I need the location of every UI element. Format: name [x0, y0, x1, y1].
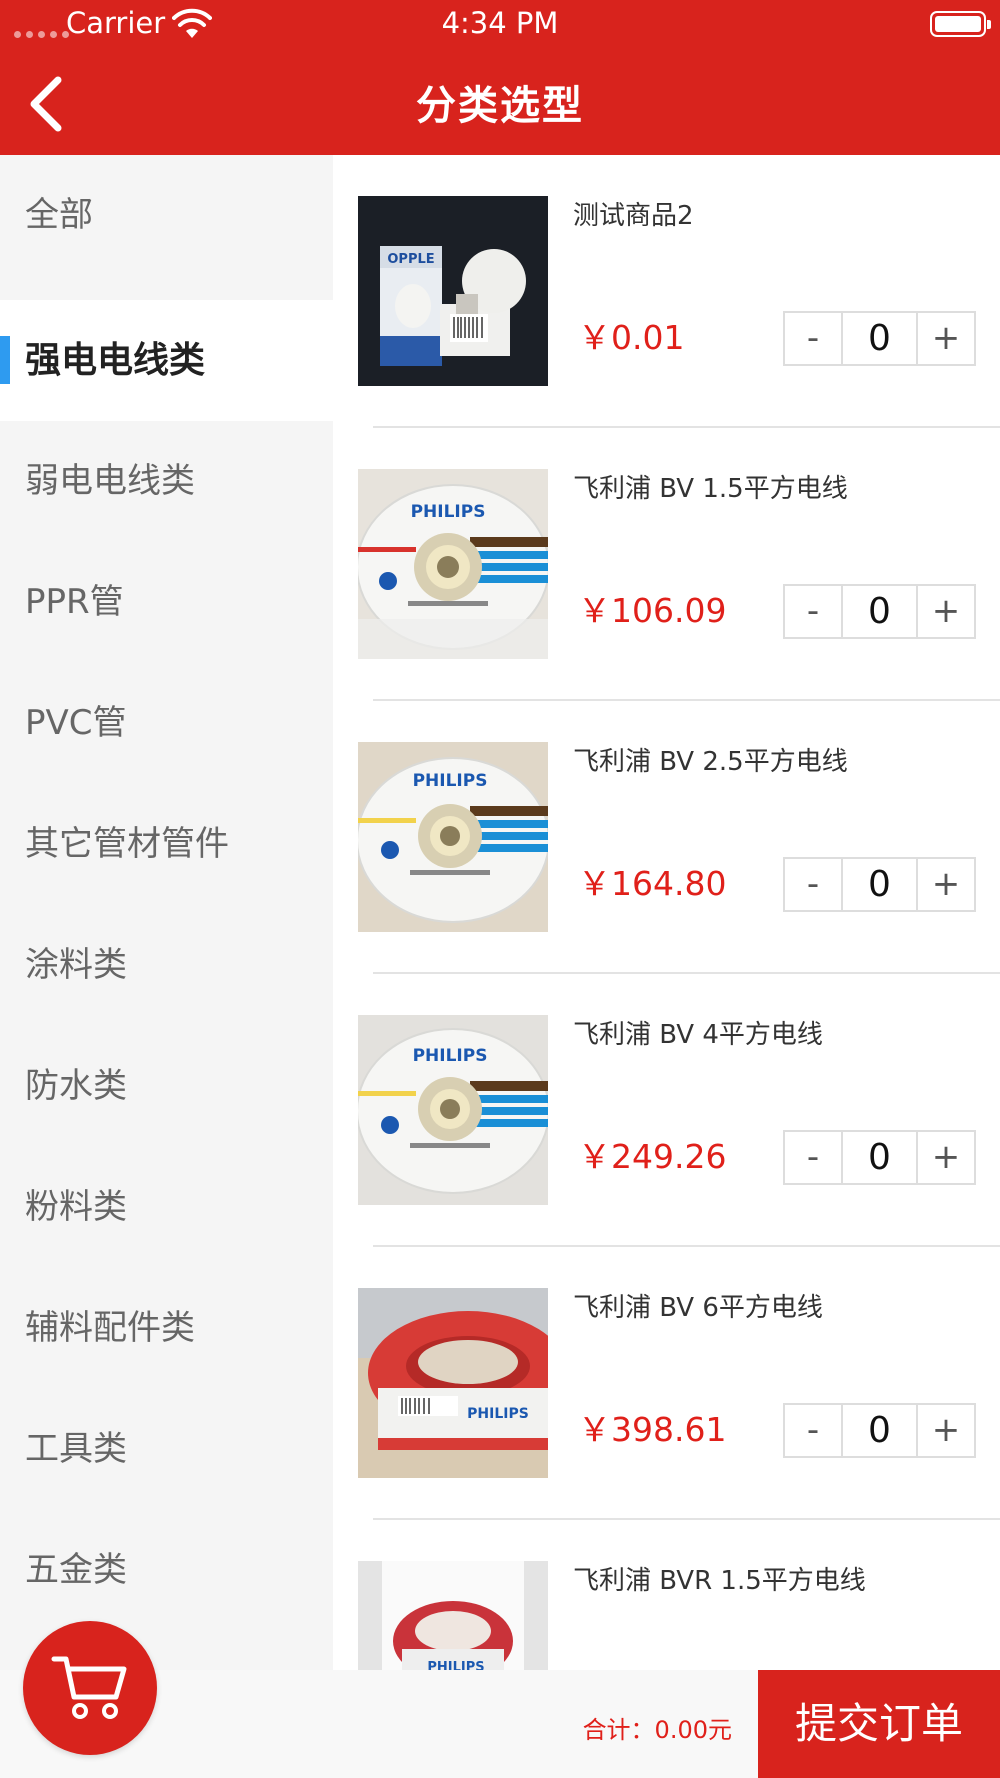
category-item-pvc-pipe[interactable]: PVC管 — [0, 663, 333, 784]
category-label: 强电电线类 — [25, 340, 206, 381]
category-label: 全部 — [25, 195, 93, 235]
category-label: 工具类 — [25, 1429, 127, 1469]
product-price: ￥398.61 — [578, 1410, 727, 1449]
category-item-hardware[interactable]: 五金类 — [0, 1510, 333, 1631]
decrease-button[interactable]: - — [785, 1132, 841, 1183]
quantity-value[interactable]: 0 — [841, 1132, 918, 1183]
category-item-ppr-pipe[interactable]: PPR管 — [0, 542, 333, 663]
quantity-value[interactable]: 0 — [841, 859, 918, 910]
order-total: 合计：0.00元 — [582, 1716, 732, 1744]
product-name: 飞利浦 BVR 1.5平方电线 — [573, 1566, 866, 1596]
product-item[interactable]: PHILIPS 飞利浦 BV 2.5平方电线 ￥164.80 - 0 + — [333, 701, 1000, 974]
svg-text:OPPLE: OPPLE — [387, 252, 434, 267]
category-label: 五金类 — [25, 1550, 127, 1590]
category-label: 涂料类 — [25, 945, 127, 985]
category-label: 防水类 — [25, 1066, 127, 1106]
quantity-stepper: - 0 + — [783, 1403, 976, 1458]
category-item-powder[interactable]: 粉料类 — [0, 1147, 333, 1268]
product-image-red-wire-coil: PHILIPS — [358, 1561, 548, 1670]
page-title: 分类选型 — [416, 83, 584, 129]
svg-text:PHILIPS: PHILIPS — [413, 1046, 488, 1066]
status-time: 4:34 PM — [441, 6, 559, 40]
product-item[interactable]: PHILIPS 飞利浦 BV 4平方电线 ￥249.26 - 0 + — [333, 974, 1000, 1247]
svg-text:PHILIPS: PHILIPS — [411, 502, 486, 522]
svg-text:PHILIPS: PHILIPS — [427, 1660, 484, 1670]
increase-button[interactable]: + — [918, 859, 974, 910]
category-item-other-pipes[interactable]: 其它管材管件 — [0, 784, 333, 905]
quantity-stepper: - 0 + — [783, 311, 976, 366]
category-sidebar: 全部 强电电线类 弱电电线类 PPR管 PVC管 其它管材管件 涂料类 防水类 … — [0, 155, 333, 1670]
category-item-coatings[interactable]: 涂料类 — [0, 905, 333, 1026]
category-item-strong-wire[interactable]: 强电电线类 — [0, 300, 333, 421]
category-label: 弱电电线类 — [25, 461, 195, 501]
category-item-all[interactable]: 全部 — [0, 155, 333, 276]
product-price: ￥106.09 — [578, 591, 727, 630]
cart-button[interactable] — [23, 1621, 157, 1755]
product-name: 飞利浦 BV 2.5平方电线 — [573, 747, 848, 777]
decrease-button[interactable]: - — [785, 586, 841, 637]
product-price: ￥0.01 — [578, 318, 685, 357]
increase-button[interactable]: + — [918, 313, 974, 364]
product-image-red-wire-coil: PHILIPS — [358, 1288, 548, 1478]
product-name: 飞利浦 BV 1.5平方电线 — [573, 474, 848, 504]
top-bar: Carrier 4:34 PM 分类选型 — [0, 0, 1000, 155]
product-image-philips-coil: PHILIPS — [358, 742, 548, 932]
product-price: ￥164.80 — [578, 864, 727, 903]
product-item[interactable]: OPPLE 测试商品2 ￥0.01 - 0 + — [333, 155, 1000, 428]
cart-icon — [51, 1656, 127, 1719]
quantity-stepper: - 0 + — [783, 584, 976, 639]
increase-button[interactable]: + — [918, 586, 974, 637]
increase-button[interactable]: + — [918, 1132, 974, 1183]
category-item-accessories[interactable]: 辅料配件类 — [0, 1268, 333, 1389]
submit-order-button[interactable]: 提交订单 — [758, 1670, 1000, 1778]
category-label: 辅料配件类 — [25, 1308, 195, 1348]
product-image-opple-bulb: OPPLE — [358, 196, 548, 386]
product-name: 测试商品2 — [573, 201, 694, 231]
increase-button[interactable]: + — [918, 1405, 974, 1456]
quantity-value[interactable]: 0 — [841, 313, 918, 364]
quantity-value[interactable]: 0 — [841, 586, 918, 637]
quantity-stepper: - 0 + — [783, 857, 976, 912]
product-name: 飞利浦 BV 4平方电线 — [573, 1020, 823, 1050]
quantity-stepper: - 0 + — [783, 1130, 976, 1185]
product-item[interactable]: PHILIPS 飞利浦 BV 1.5平方电线 ￥106.09 - 0 + — [333, 428, 1000, 701]
category-item-tools[interactable]: 工具类 — [0, 1389, 333, 1510]
category-label: 粉料类 — [25, 1187, 127, 1227]
product-name: 飞利浦 BV 6平方电线 — [573, 1293, 823, 1323]
category-item-weak-wire[interactable]: 弱电电线类 — [0, 421, 333, 542]
decrease-button[interactable]: - — [785, 313, 841, 364]
quantity-value[interactable]: 0 — [841, 1405, 918, 1456]
product-image-philips-coil: PHILIPS — [358, 469, 548, 659]
category-label: 其它管材管件 — [25, 824, 229, 864]
decrease-button[interactable]: - — [785, 859, 841, 910]
decrease-button[interactable]: - — [785, 1405, 841, 1456]
battery-icon — [930, 11, 991, 37]
status-bar: Carrier 4:34 PM — [0, 0, 1000, 50]
category-label: PPR管 — [25, 582, 124, 622]
app-screen: Carrier 4:34 PM 分类选型 全部 强电电线类 弱电电线类 PPR管… — [0, 0, 1000, 1778]
product-item[interactable]: PHILIPS 飞利浦 BV 6平方电线 ￥398.61 - 0 + — [333, 1247, 1000, 1520]
product-list: OPPLE 测试商品2 ￥0.01 - 0 + PHILIPS 飞利浦 BV 1… — [333, 155, 1000, 1670]
category-item-waterproof[interactable]: 防水类 — [0, 1026, 333, 1147]
svg-text:PHILIPS: PHILIPS — [413, 771, 488, 791]
svg-text:PHILIPS: PHILIPS — [467, 1406, 529, 1422]
product-price: ￥249.26 — [578, 1137, 727, 1176]
product-item[interactable]: PHILIPS 飞利浦 BVR 1.5平方电线 — [333, 1520, 1000, 1670]
product-image-philips-coil: PHILIPS — [358, 1015, 548, 1205]
category-label: PVC管 — [25, 703, 127, 743]
